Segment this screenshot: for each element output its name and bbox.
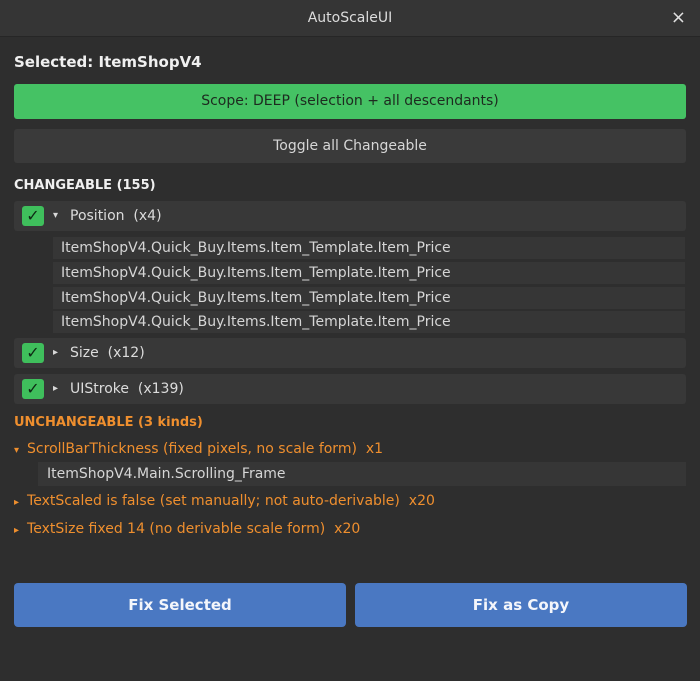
toggle-all-changeable-button[interactable]: Toggle all Changeable (14, 129, 686, 163)
kind-label: ScrollBarThickness (fixed pixels, no sca… (27, 441, 357, 457)
changeable-section-title: CHANGEABLE (155) (14, 178, 156, 193)
scope-toggle-button[interactable]: Scope: DEEP (selection + all descendants… (14, 84, 686, 119)
caret-down-icon: ▾ (14, 445, 20, 456)
group-row-position[interactable]: ✓ ▾ Position (x4) (14, 201, 686, 231)
title-bar: AutoScaleUI × (0, 0, 700, 37)
fix-as-copy-button[interactable]: Fix as Copy (355, 583, 687, 627)
group-count: (x12) (107, 345, 145, 361)
panel-content: Selected: ItemShopV4 Scope: DEEP (select… (0, 37, 700, 681)
list-item: ItemShopV4.Quick_Buy.Items.Item_Template… (53, 311, 685, 333)
group-row-uistroke[interactable]: ✓ ▸ UIStroke (x139) (14, 374, 686, 404)
list-item: ItemShopV4.Quick_Buy.Items.Item_Template… (53, 262, 685, 284)
group-row-size[interactable]: ✓ ▸ Size (x12) (14, 338, 686, 368)
kind-count: x20 (334, 521, 361, 537)
list-item: ItemShopV4.Quick_Buy.Items.Item_Template… (53, 287, 685, 309)
kind-count: x1 (365, 441, 384, 457)
group-name: Position (70, 208, 125, 224)
caret-right-icon[interactable]: ▸ (53, 374, 58, 404)
group-label: Position (x4) (70, 201, 162, 231)
group-label: UIStroke (x139) (70, 374, 184, 404)
caret-right-icon: ▸ (14, 497, 20, 508)
selected-object-label: Selected: ItemShopV4 (14, 53, 202, 71)
kind-label: TextScaled is false (set manually; not a… (27, 493, 400, 509)
check-icon[interactable]: ✓ (22, 343, 44, 363)
check-icon[interactable]: ✓ (22, 206, 44, 226)
unchangeable-section-title: UNCHANGEABLE (3 kinds) (14, 415, 203, 430)
kind-label: TextSize fixed 14 (no derivable scale fo… (27, 521, 326, 537)
unchangeable-kind-scrollbar[interactable]: ▾ ScrollBarThickness (fixed pixels, no sc… (14, 441, 383, 457)
group-count: (x139) (137, 381, 184, 397)
unchangeable-kind-textscaled[interactable]: ▸ TextScaled is false (set manually; not … (14, 493, 435, 509)
group-name: UIStroke (70, 381, 129, 397)
close-icon[interactable]: × (671, 0, 686, 36)
list-item: ItemShopV4.Quick_Buy.Items.Item_Template… (53, 237, 685, 259)
group-count: (x4) (133, 208, 162, 224)
group-name: Size (70, 345, 99, 361)
fix-selected-button[interactable]: Fix Selected (14, 583, 346, 627)
group-label: Size (x12) (70, 338, 145, 368)
unchangeable-kind-textsize[interactable]: ▸ TextSize fixed 14 (no derivable scale f… (14, 521, 360, 537)
caret-right-icon[interactable]: ▸ (53, 338, 58, 368)
list-item: ItemShopV4.Main.Scrolling_Frame (38, 462, 686, 486)
caret-right-icon: ▸ (14, 525, 20, 536)
kind-count: x20 (408, 493, 435, 509)
window-title: AutoScaleUI (307, 10, 393, 26)
caret-down-icon[interactable]: ▾ (53, 201, 58, 231)
check-icon[interactable]: ✓ (22, 379, 44, 399)
